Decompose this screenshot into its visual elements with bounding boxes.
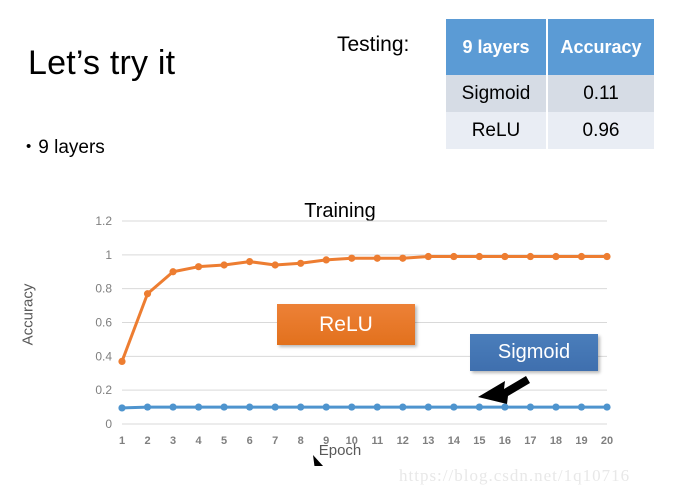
table-row: Sigmoid 0.11 xyxy=(446,75,654,112)
table-header-layers: 9 layers xyxy=(446,19,548,75)
bullet-item-label: 9 layers xyxy=(38,137,105,158)
chart-y-axis-title: Accuracy xyxy=(19,283,37,346)
svg-text:1.2: 1.2 xyxy=(95,214,112,228)
table-row: ReLU 0.96 xyxy=(446,112,654,149)
testing-label: Testing: xyxy=(337,33,410,56)
table-cell-name: Sigmoid xyxy=(446,75,548,112)
bullet-item: • 9 layers xyxy=(26,137,105,159)
svg-text:1: 1 xyxy=(105,248,112,262)
table-header-accuracy: Accuracy xyxy=(547,19,654,75)
chart-y-tick-labels: 0 0.2 0.4 0.6 0.8 1 1.2 xyxy=(95,214,112,431)
svg-text:0.6: 0.6 xyxy=(95,316,112,330)
table-cell-accuracy: 0.11 xyxy=(547,75,654,112)
page-title: Let’s try it xyxy=(28,44,176,82)
relu-callout-label: ReLU xyxy=(277,304,415,345)
svg-text:0: 0 xyxy=(105,417,112,431)
watermark-text: https://blog.csdn.net/1q10716 xyxy=(399,466,631,485)
svg-text:0.4: 0.4 xyxy=(95,349,112,363)
sigmoid-callout-label: Sigmoid xyxy=(470,334,598,371)
table-cell-name: ReLU xyxy=(446,112,548,149)
svg-text:0.2: 0.2 xyxy=(95,383,112,397)
table-cell-accuracy: 0.96 xyxy=(547,112,654,149)
chart-x-axis-title: Epoch xyxy=(318,442,362,459)
testing-results-table: 9 layers Accuracy Sigmoid 0.11 ReLU 0.96 xyxy=(446,19,654,149)
bullet-dot-icon: • xyxy=(26,138,32,155)
table-header-row: 9 layers Accuracy xyxy=(446,19,654,75)
svg-text:0.8: 0.8 xyxy=(95,282,112,296)
